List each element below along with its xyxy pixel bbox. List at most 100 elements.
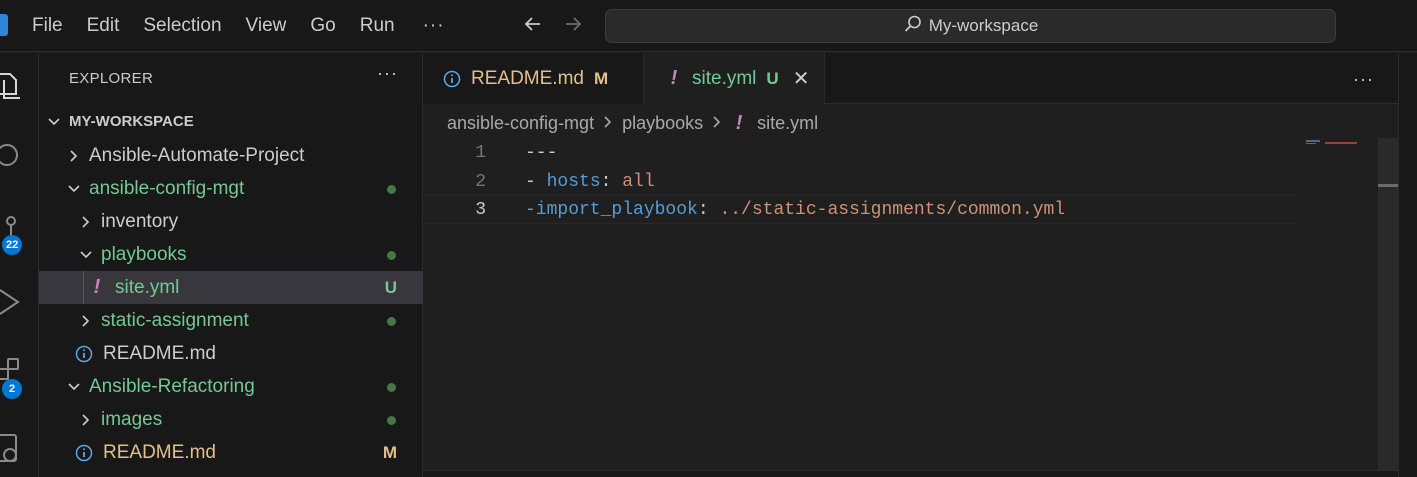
- tree-item-label: README.md: [103, 342, 216, 364]
- explorer-icon[interactable]: [0, 71, 22, 99]
- info-icon: [75, 444, 93, 462]
- code-editor[interactable]: 1 --- 2 - hosts: all 3 -import_playbook:…: [423, 138, 1398, 470]
- menu-selection[interactable]: Selection: [131, 0, 233, 52]
- minimap-line: [1325, 142, 1357, 144]
- code-line-current: 3 -import_playbook: ../static-assignment…: [423, 195, 1298, 224]
- minimap-line: [1306, 143, 1316, 144]
- chevron-right-icon: [79, 314, 93, 328]
- yaml-file-icon: !: [670, 67, 678, 89]
- tree-item-ansible-refactoring[interactable]: Ansible-Refactoring: [39, 370, 423, 403]
- git-change-dot: [387, 251, 396, 260]
- yaml-colon: :: [697, 199, 720, 220]
- breadcrumb-item[interactable]: playbooks: [622, 113, 703, 134]
- breadcrumb: ansible-config-mgt playbooks ! site.yml: [447, 110, 818, 136]
- editor-more-icon[interactable]: ···: [1353, 69, 1374, 90]
- secondary-sidebar-edge: [1398, 53, 1417, 477]
- yaml-key: hosts: [546, 171, 601, 192]
- minimap-line: [1306, 140, 1320, 142]
- yaml-dash: -: [525, 171, 547, 192]
- line-number: 1: [475, 142, 486, 163]
- search-icon: [903, 14, 923, 39]
- search-text: My-workspace: [928, 16, 1039, 35]
- menu-file[interactable]: File: [20, 0, 75, 52]
- bottom-panel-edge: [423, 471, 1398, 477]
- chevron-right-icon: [67, 149, 81, 163]
- chevron-down-icon: [67, 380, 81, 394]
- search-icon[interactable]: [0, 143, 22, 169]
- chevron-down-icon: [47, 115, 61, 129]
- yaml-value: all: [622, 171, 655, 192]
- info-icon: [75, 345, 93, 363]
- tab-label: README.md: [471, 67, 584, 89]
- tab-git-status: U: [766, 68, 779, 88]
- back-arrow-icon[interactable]: [522, 13, 544, 41]
- code-text: ---: [525, 142, 558, 163]
- run-debug-icon[interactable]: [0, 287, 22, 315]
- chevron-down-icon: [79, 248, 93, 262]
- tree-item-ansible-config-mgt[interactable]: ansible-config-mgt: [39, 172, 423, 205]
- tree-item-label: static-assignment: [101, 309, 249, 331]
- info-icon: [443, 70, 461, 88]
- breadcrumb-item[interactable]: site.yml: [757, 113, 818, 134]
- menu-go[interactable]: Go: [298, 0, 347, 52]
- tree-item-site-yml[interactable]: ! site.yml U: [39, 271, 423, 304]
- tree-item-label: Ansible-Automate-Project: [89, 144, 305, 166]
- menu-view[interactable]: View: [234, 0, 299, 52]
- forward-arrow-icon[interactable]: [562, 13, 584, 41]
- tab-site-yml[interactable]: ! site.yml U ✕: [644, 53, 825, 104]
- git-status-modified: M: [382, 442, 397, 462]
- tab-readme[interactable]: README.md M: [423, 53, 644, 104]
- scrollbar-cursor-mark: [1378, 184, 1398, 187]
- tree-item-label: Ansible-Refactoring: [89, 375, 255, 397]
- editor-scrollbar[interactable]: [1378, 138, 1398, 470]
- line-number: 3: [475, 199, 486, 220]
- command-center-search[interactable]: My-workspace: [605, 9, 1336, 43]
- close-icon[interactable]: ✕: [793, 66, 810, 91]
- git-change-dot: [387, 416, 396, 425]
- vscode-logo-icon: [0, 14, 8, 36]
- yaml-file-icon: !: [735, 111, 743, 134]
- workspace-header[interactable]: MY-WORKSPACE: [39, 105, 423, 138]
- breadcrumb-item[interactable]: ansible-config-mgt: [447, 113, 594, 134]
- tab-git-status: M: [593, 68, 609, 88]
- chevron-right-icon: [79, 413, 93, 427]
- yaml-colon: :: [600, 171, 623, 192]
- remote-explorer-icon[interactable]: [0, 433, 22, 462]
- explorer-more-icon[interactable]: ···: [377, 63, 398, 84]
- chevron-down-icon: [67, 182, 81, 196]
- tree-item-inventory[interactable]: inventory: [39, 205, 423, 238]
- git-change-dot: [387, 185, 396, 194]
- code-text: - hosts: all: [525, 172, 655, 192]
- tree-item-ansible-automate-project[interactable]: Ansible-Automate-Project: [39, 139, 423, 172]
- tree-item-label: README.md: [103, 441, 216, 463]
- activity-bar: 22 2: [0, 53, 39, 477]
- indent-guide: [83, 271, 84, 304]
- yaml-value: ../static-assignments/common.yml: [719, 199, 1066, 220]
- tree-item-playbooks[interactable]: playbooks: [39, 238, 423, 271]
- tree-item-label: playbooks: [101, 243, 187, 265]
- workspace-name: MY-WORKSPACE: [69, 113, 194, 130]
- menu-run[interactable]: Run: [348, 0, 407, 52]
- tree-item-images[interactable]: images: [39, 403, 423, 436]
- explorer-title: EXPLORER: [69, 70, 154, 87]
- code-text: -import_playbook: ../static-assignments/…: [525, 200, 1065, 220]
- chevron-right-icon: [602, 113, 614, 134]
- tree-item-label: site.yml: [115, 276, 180, 298]
- tree-item-readme[interactable]: README.md: [39, 337, 423, 370]
- tree-item-static-assignment[interactable]: static-assignment: [39, 304, 423, 337]
- tree-item-label: images: [101, 408, 163, 430]
- line-number: 2: [475, 171, 486, 192]
- code-line: 2 - hosts: all: [423, 167, 1298, 196]
- yaml-key: -import_playbook: [525, 199, 698, 220]
- git-change-dot: [387, 317, 396, 326]
- extensions-badge: 2: [2, 379, 22, 399]
- source-control-badge: 22: [2, 235, 23, 255]
- editor-tab-bar: README.md M ! site.yml U ✕ ···: [423, 53, 1398, 104]
- menu-edit[interactable]: Edit: [75, 0, 132, 52]
- tab-label: site.yml: [692, 67, 757, 89]
- chevron-right-icon: [711, 113, 723, 134]
- explorer-sidebar: EXPLORER ··· MY-WORKSPACE Ansible-Automa…: [39, 53, 423, 477]
- tree-item-readme-modified[interactable]: README.md M: [39, 436, 423, 469]
- tree-item-label: ansible-config-mgt: [89, 177, 245, 199]
- menu-more-icon[interactable]: ···: [407, 15, 461, 37]
